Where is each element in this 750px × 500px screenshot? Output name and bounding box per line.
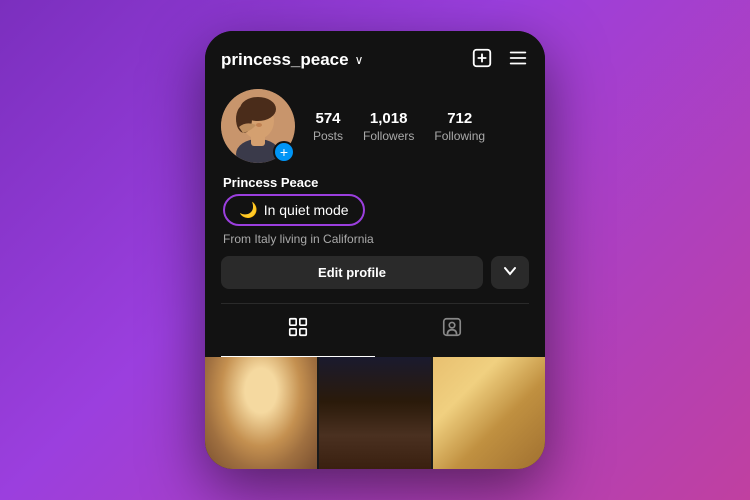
username[interactable]: princess_peace — [221, 50, 349, 70]
edit-profile-button[interactable]: Edit profile — [221, 256, 483, 289]
moon-icon: 🌙 — [239, 201, 258, 219]
following-count: 712 — [447, 110, 472, 127]
profile-dropdown-button[interactable] — [491, 256, 529, 289]
posts-count: 574 — [315, 110, 340, 127]
tab-tagged[interactable] — [375, 304, 529, 357]
posts-label: Posts — [313, 129, 343, 143]
profile-section: princess_peace ∨ — [205, 31, 545, 357]
new-post-icon[interactable] — [471, 47, 493, 73]
username-row: princess_peace ∨ — [221, 50, 363, 70]
grid-thumb-1[interactable] — [205, 357, 317, 469]
followers-count: 1,018 — [370, 110, 408, 127]
add-story-button[interactable]: + — [273, 141, 295, 163]
profile-info: + 574 Posts 1,018 Followers 712 Followin… — [221, 89, 529, 163]
following-stat[interactable]: 712 Following — [434, 110, 485, 143]
grid-preview — [205, 357, 545, 469]
following-label: Following — [434, 129, 485, 143]
username-chevron-icon[interactable]: ∨ — [355, 53, 364, 67]
grid-icon — [287, 316, 309, 344]
followers-stat[interactable]: 1,018 Followers — [363, 110, 414, 143]
stats-row: 574 Posts 1,018 Followers 712 Following — [313, 110, 529, 143]
posts-stat[interactable]: 574 Posts — [313, 110, 343, 143]
bio-section: Princess Peace 🌙 In quiet mode From Ital… — [221, 175, 529, 246]
grid-thumb-2[interactable] — [319, 357, 431, 469]
tabs-row — [221, 303, 529, 357]
tab-grid[interactable] — [221, 304, 375, 357]
quiet-mode-text: In quiet mode — [264, 202, 349, 218]
top-bar: princess_peace ∨ — [221, 47, 529, 73]
phone-card: princess_peace ∨ — [205, 31, 545, 469]
tagged-icon — [441, 316, 463, 344]
display-name: Princess Peace — [223, 175, 529, 190]
bio-text: From Italy living in California — [223, 232, 529, 246]
avatar-wrapper: + — [221, 89, 295, 163]
top-icons — [471, 47, 529, 73]
quiet-mode-badge[interactable]: 🌙 In quiet mode — [223, 194, 365, 226]
followers-label: Followers — [363, 129, 414, 143]
menu-icon[interactable] — [507, 47, 529, 73]
action-row: Edit profile — [221, 256, 529, 289]
grid-thumb-3[interactable] — [433, 357, 545, 469]
